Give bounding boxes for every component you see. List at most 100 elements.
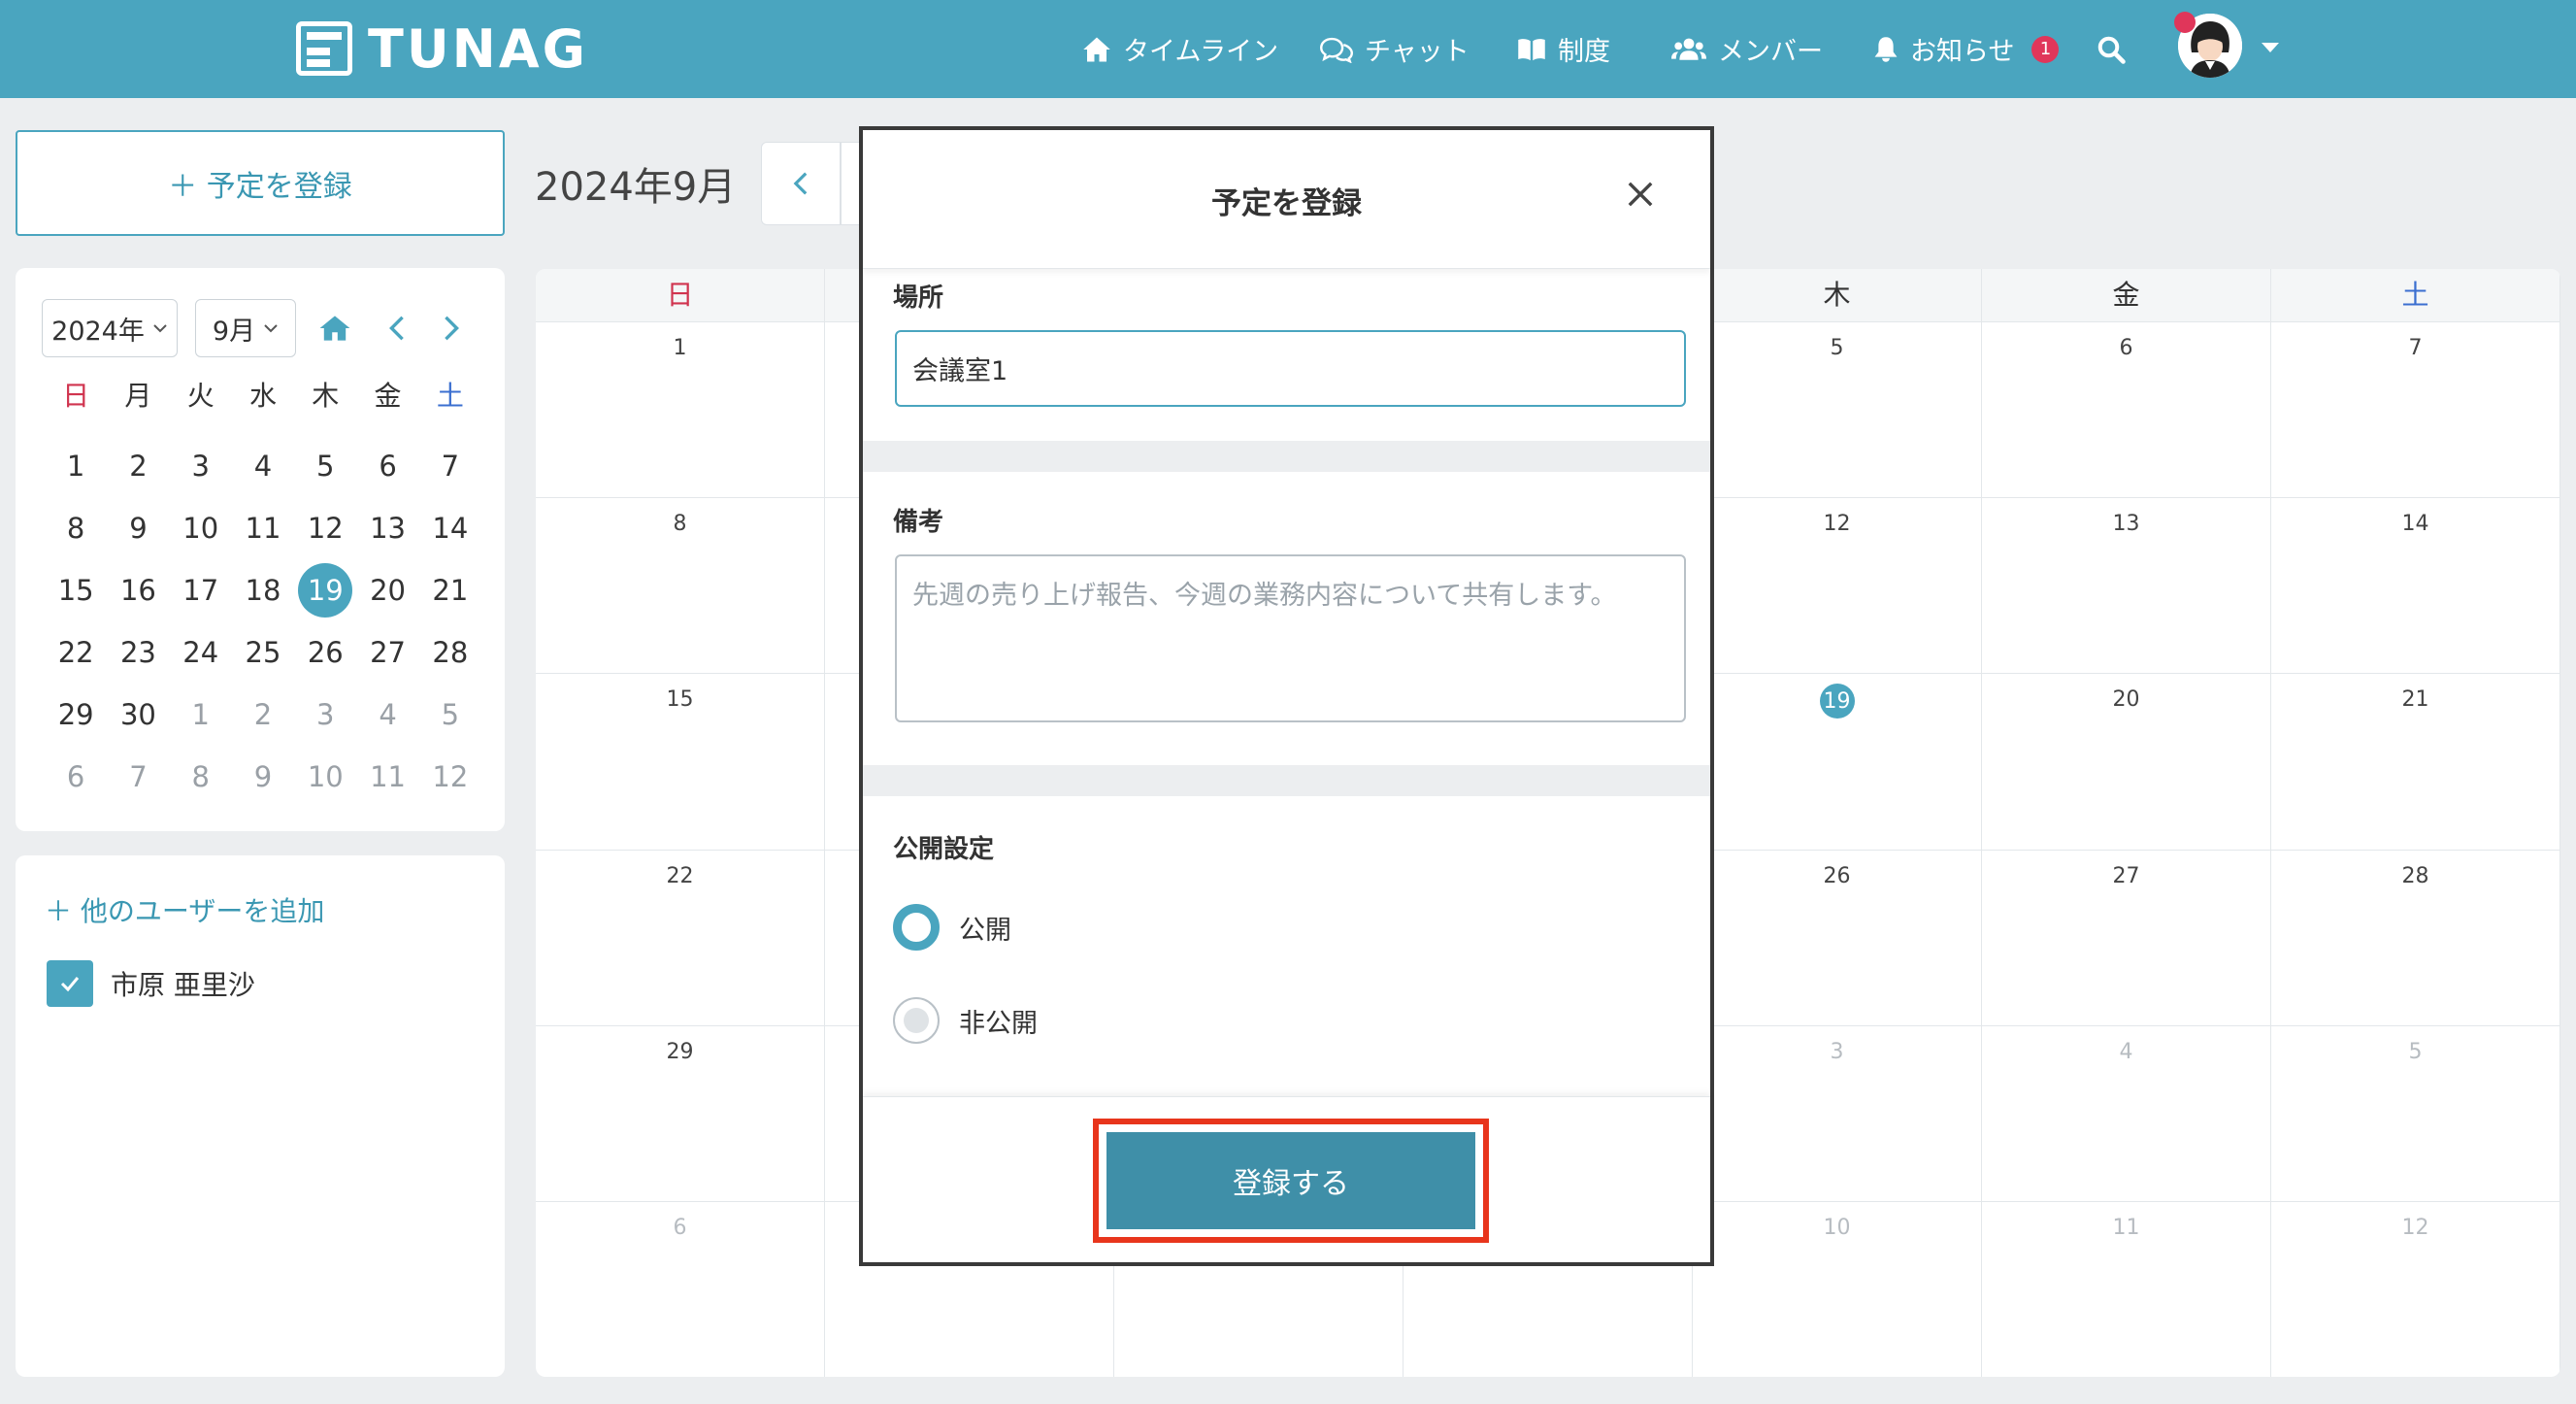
calendar-day-cell[interactable]: 12: [1693, 497, 1982, 674]
mini-calendar-day[interactable]: 12: [294, 497, 356, 559]
calendar-day-cell[interactable]: 7: [2271, 321, 2560, 498]
calendar-day-cell[interactable]: 14: [2271, 497, 2560, 674]
mini-calendar-day[interactable]: 18: [232, 559, 294, 621]
day-number: 3: [1830, 1039, 1844, 1064]
calendar-day-cell[interactable]: 15: [536, 673, 825, 850]
mini-calendar-day[interactable]: 29: [45, 684, 107, 746]
mini-calendar-day[interactable]: 11: [356, 746, 418, 808]
mini-calendar-day[interactable]: 15: [45, 559, 107, 621]
mini-calendar-day[interactable]: 23: [107, 621, 169, 684]
notes-textarea[interactable]: 先週の売り上げ報告、今週の業務内容について共有します。: [895, 554, 1686, 722]
mini-calendar-day[interactable]: 28: [419, 621, 481, 684]
calendar-day-cell[interactable]: 8: [536, 497, 825, 674]
mini-calendar-day[interactable]: 2: [107, 435, 169, 497]
calendar-day-cell[interactable]: 6: [536, 1200, 825, 1377]
mini-calendar-day[interactable]: 1: [45, 435, 107, 497]
mini-calendar-day[interactable]: 10: [170, 497, 232, 559]
add-user-label: ＋ 他のユーザーを追加: [45, 895, 325, 927]
mini-calendar-day[interactable]: 9: [107, 497, 169, 559]
mini-calendar-day[interactable]: 9: [232, 746, 294, 808]
calendar-day-cell[interactable]: 12: [2271, 1200, 2560, 1377]
close-icon[interactable]: [1627, 181, 1654, 208]
calendar-day-cell[interactable]: 4: [1982, 1024, 2271, 1201]
user-filter-row[interactable]: 市原 亜里沙: [47, 960, 255, 1007]
calendar-day-cell[interactable]: 13: [1982, 497, 2271, 674]
mini-calendar-day[interactable]: 2: [232, 684, 294, 746]
mini-calendar-day[interactable]: 10: [294, 746, 356, 808]
mini-calendar-day[interactable]: 5: [419, 684, 481, 746]
mini-calendar-day[interactable]: 16: [107, 559, 169, 621]
radio-public[interactable]: [893, 904, 940, 951]
visibility-private-option[interactable]: 非公開: [893, 997, 1038, 1044]
user-checkbox[interactable]: [47, 960, 93, 1007]
mini-calendar-day[interactable]: 12: [419, 746, 481, 808]
mini-calendar-day[interactable]: 19: [294, 559, 356, 621]
mini-calendar-day[interactable]: 4: [232, 435, 294, 497]
mini-calendar-day[interactable]: 22: [45, 621, 107, 684]
submit-button[interactable]: 登録する: [1106, 1132, 1475, 1229]
calendar-day-cell[interactable]: 5: [1693, 321, 1982, 498]
nav-item-timeline[interactable]: タイムライン: [1082, 30, 1278, 68]
mini-calendar-day[interactable]: 30: [107, 684, 169, 746]
mini-calendar-day[interactable]: 17: [170, 559, 232, 621]
chevron-left-icon[interactable]: [388, 315, 406, 342]
add-other-user-link[interactable]: ＋ 他のユーザーを追加: [45, 890, 324, 929]
calendar-day-cell[interactable]: 6: [1982, 321, 2271, 498]
calendar-day-cell[interactable]: 19: [1693, 673, 1982, 850]
search-button[interactable]: [2097, 35, 2126, 64]
mini-calendar-day[interactable]: 20: [356, 559, 418, 621]
calendar-day-cell[interactable]: 27: [1982, 849, 2271, 1025]
chevron-down-icon[interactable]: [2262, 43, 2279, 52]
calendar-day-cell[interactable]: 26: [1693, 849, 1982, 1025]
nav-item-policy[interactable]: 制度: [1517, 30, 1610, 68]
calendar-day-cell[interactable]: 1: [536, 321, 825, 498]
add-event-button[interactable]: ＋ 予定を登録: [16, 130, 505, 236]
year-select[interactable]: 2024年: [42, 299, 178, 357]
weekday-label: 水: [248, 380, 277, 412]
mini-calendar-day[interactable]: 6: [45, 746, 107, 808]
mini-calendar-day[interactable]: 14: [419, 497, 481, 559]
mini-calendar-day[interactable]: 7: [107, 746, 169, 808]
mini-calendar-day[interactable]: 8: [45, 497, 107, 559]
calendar-day-cell[interactable]: 29: [536, 1024, 825, 1201]
mini-calendar-day[interactable]: 5: [294, 435, 356, 497]
radio-private[interactable]: [893, 997, 940, 1044]
calendar-day-cell[interactable]: 10: [1693, 1200, 1982, 1377]
chevron-right-icon[interactable]: [443, 315, 460, 342]
mini-calendar-day[interactable]: 21: [419, 559, 481, 621]
prev-month-button[interactable]: [761, 142, 841, 225]
calendar-day-cell[interactable]: 28: [2271, 849, 2560, 1025]
nav-item-members[interactable]: メンバー: [1671, 30, 1823, 68]
day-number: 22: [666, 863, 694, 888]
home-icon[interactable]: [318, 315, 351, 342]
mini-calendar-day[interactable]: 27: [356, 621, 418, 684]
mini-calendar-day[interactable]: 6: [356, 435, 418, 497]
calendar-day-cell[interactable]: 3: [1693, 1024, 1982, 1201]
mini-calendar-day[interactable]: 26: [294, 621, 356, 684]
calendar-day-cell[interactable]: 11: [1982, 1200, 2271, 1377]
modal-footer: 登録する: [863, 1096, 1710, 1262]
location-input[interactable]: 会議室1: [895, 330, 1686, 407]
mini-calendar-day[interactable]: 8: [170, 746, 232, 808]
calendar-day-cell[interactable]: 5: [2271, 1024, 2560, 1201]
nav-label: お知らせ: [1910, 37, 2015, 67]
tunag-logo[interactable]: TUNAG: [296, 18, 588, 80]
calendar-day-cell[interactable]: 21: [2271, 673, 2560, 850]
nav-item-chat[interactable]: チャット: [1320, 30, 1470, 68]
day-number: 15: [666, 687, 694, 713]
mini-calendar-day[interactable]: 7: [419, 435, 481, 497]
mini-calendar-day[interactable]: 4: [356, 684, 418, 746]
visibility-public-option[interactable]: 公開: [893, 904, 1011, 951]
calendar-day-cell[interactable]: 20: [1982, 673, 2271, 850]
month-select[interactable]: 9月: [195, 299, 296, 357]
mini-calendar-day[interactable]: 25: [232, 621, 294, 684]
mini-calendar-day[interactable]: 3: [170, 435, 232, 497]
mini-calendar-day[interactable]: 24: [170, 621, 232, 684]
mini-calendar-day[interactable]: 1: [170, 684, 232, 746]
visibility-label: 公開設定: [893, 835, 995, 864]
nav-item-notifications[interactable]: お知らせ 1: [1873, 30, 2060, 68]
mini-calendar-day[interactable]: 13: [356, 497, 418, 559]
mini-calendar-day[interactable]: 3: [294, 684, 356, 746]
mini-calendar-day[interactable]: 11: [232, 497, 294, 559]
calendar-day-cell[interactable]: 22: [536, 849, 825, 1025]
